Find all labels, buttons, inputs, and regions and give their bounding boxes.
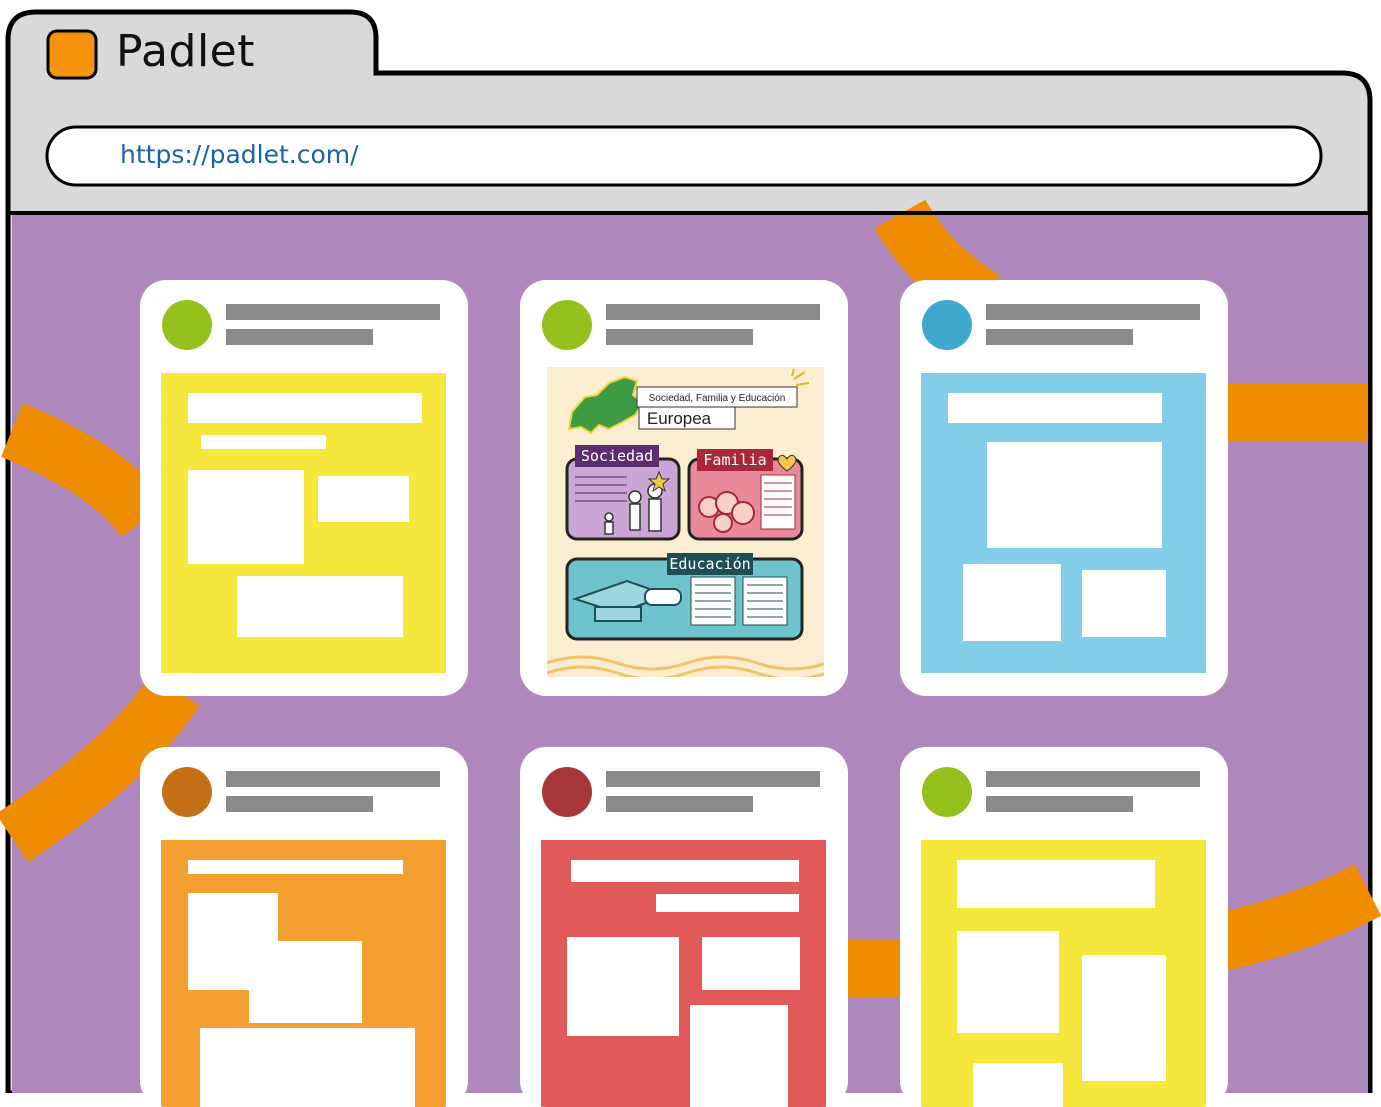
- padlet-card[interactable]: [900, 280, 1228, 696]
- timestamp-placeholder: [226, 329, 373, 345]
- text-placeholder: [188, 393, 422, 423]
- society-label: Sociedad: [581, 447, 653, 465]
- text-placeholder: [571, 860, 799, 882]
- timestamp-placeholder: [986, 329, 1133, 345]
- avatar: [922, 300, 972, 350]
- image-placeholder: [973, 1063, 1063, 1107]
- image-placeholder: [200, 1028, 415, 1107]
- padlet-card[interactable]: [520, 747, 848, 1107]
- timestamp-placeholder: [606, 796, 753, 812]
- family-label: Familia: [703, 451, 766, 469]
- avatar: [162, 767, 212, 817]
- image-placeholder: [702, 937, 800, 990]
- image-placeholder: [987, 442, 1162, 548]
- image-placeholder: [188, 470, 304, 564]
- author-name-placeholder: [606, 771, 820, 787]
- author-name-placeholder: [986, 771, 1200, 787]
- padlet-card[interactable]: [140, 747, 468, 1107]
- author-name-placeholder: [226, 771, 440, 787]
- post-content: [541, 840, 826, 1107]
- image-placeholder: [1082, 570, 1166, 637]
- author-name-placeholder: [606, 304, 820, 320]
- poster-image: Sociedad, Familia y Educación Europea So…: [546, 367, 828, 681]
- image-placeholder: [963, 564, 1061, 641]
- tab-title[interactable]: Padlet: [116, 26, 255, 77]
- padlet-card[interactable]: [140, 280, 468, 696]
- text-placeholder: [201, 435, 326, 449]
- image-placeholder: [318, 476, 409, 522]
- avatar: [542, 300, 592, 350]
- diploma-icon: [644, 588, 682, 606]
- society-panel: [565, 457, 681, 541]
- text-placeholder: [948, 393, 1162, 423]
- post-content: [921, 840, 1206, 1107]
- author-name-placeholder: [226, 304, 440, 320]
- padlet-card[interactable]: Sociedad, Familia y Educación Europea So…: [520, 280, 848, 696]
- avatar: [922, 767, 972, 817]
- timestamp-placeholder: [226, 796, 373, 812]
- image-placeholder: [1082, 955, 1166, 1081]
- post-content: [161, 373, 446, 673]
- padlet-card[interactable]: [900, 747, 1228, 1107]
- text-placeholder: [656, 894, 799, 912]
- url-field[interactable]: https://padlet.com/: [120, 140, 359, 169]
- post-content: [921, 373, 1206, 673]
- image-placeholder: [690, 1005, 788, 1107]
- education-label: Educación: [669, 555, 750, 573]
- image-placeholder: [957, 931, 1059, 1033]
- poster-subtitle: Sociedad, Familia y Educación: [649, 393, 786, 404]
- image-placeholder: [249, 941, 362, 1023]
- avatar: [542, 767, 592, 817]
- image-placeholder: [567, 937, 679, 1036]
- avatar: [162, 300, 212, 350]
- timestamp-placeholder: [606, 329, 753, 345]
- text-placeholder: [188, 860, 403, 874]
- post-content: [161, 840, 446, 1107]
- author-name-placeholder: [986, 304, 1200, 320]
- image-placeholder: [237, 576, 403, 637]
- text-placeholder: [957, 860, 1155, 908]
- timestamp-placeholder: [986, 796, 1133, 812]
- poster-title: Europea: [647, 409, 712, 428]
- tab-icon: [46, 29, 98, 80]
